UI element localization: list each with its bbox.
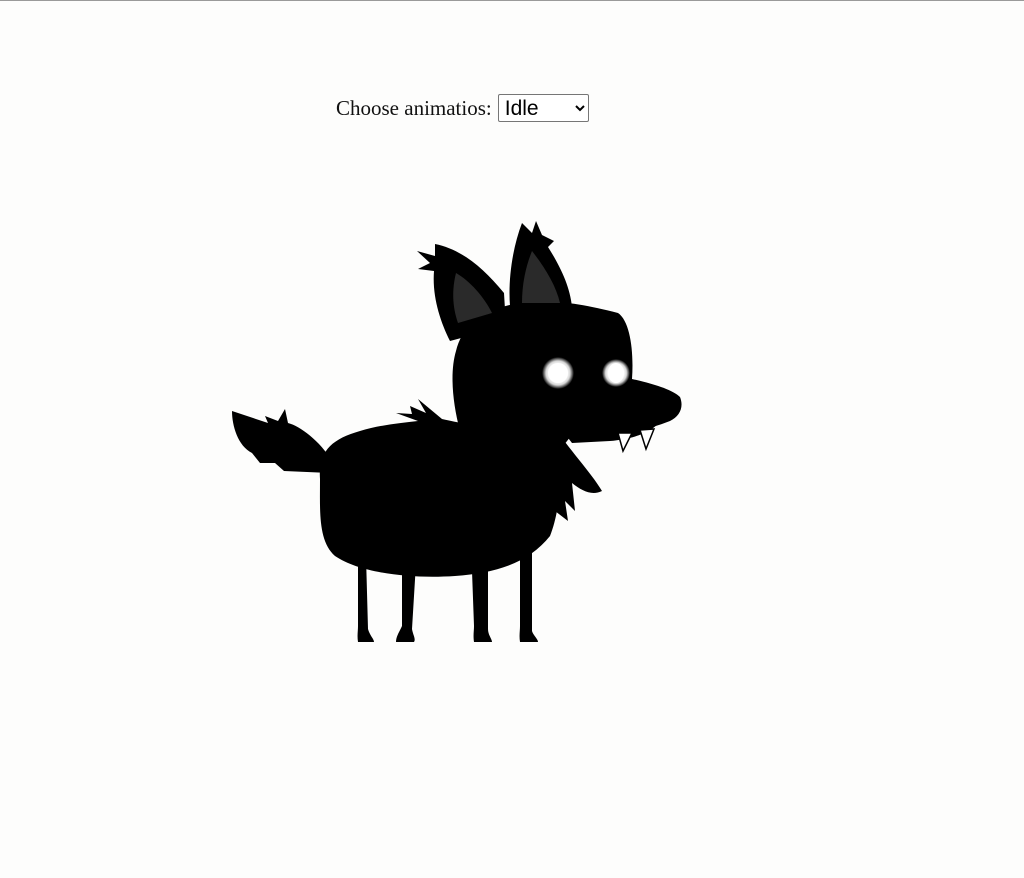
- wolf-fang-left: [617, 432, 634, 454]
- wolf-eye-right-core: [608, 363, 624, 383]
- animation-stage: [220, 211, 700, 651]
- wolf-front-leg-front: [519, 546, 538, 642]
- wolf-character: [232, 221, 682, 642]
- animation-select[interactable]: Idle: [497, 94, 589, 122]
- animation-label: Choose animatios:: [336, 95, 492, 120]
- wolf-front-leg-back: [472, 571, 492, 642]
- wolf-fang-right: [638, 428, 656, 452]
- animation-control: Choose animatios: Idle: [336, 93, 589, 123]
- wolf-tail: [232, 409, 332, 473]
- wolf-eye-left-core: [548, 363, 568, 383]
